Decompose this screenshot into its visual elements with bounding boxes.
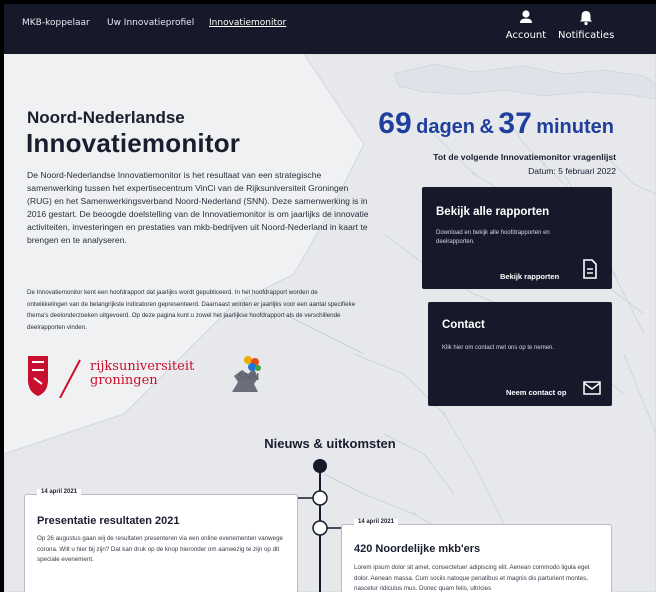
timeline-start-dot xyxy=(313,459,327,473)
timeline-node xyxy=(312,520,328,536)
news-text: Op 26 augustus gaan wij de resultaten pr… xyxy=(37,535,283,563)
news-title: Presentatie resultaten 2021 xyxy=(37,515,180,527)
news-text: Lorem ipsum dolor sit amet, consectetuer… xyxy=(354,564,590,592)
news-date: 14 april 2021 xyxy=(37,489,82,495)
news-title: 420 Noordelijke mkb'ers xyxy=(354,543,481,555)
news-card[interactable]: 14 april 2021 420 Noordelijke mkb'ers Lo… xyxy=(341,519,612,592)
page: MKB-koppelaar Uw Innovatieprofiel Innova… xyxy=(4,4,656,592)
news-date: 14 april 2021 xyxy=(354,519,399,525)
timeline-node xyxy=(312,490,328,506)
news-card[interactable]: 14 april 2021 Presentatie resultaten 202… xyxy=(24,489,298,592)
